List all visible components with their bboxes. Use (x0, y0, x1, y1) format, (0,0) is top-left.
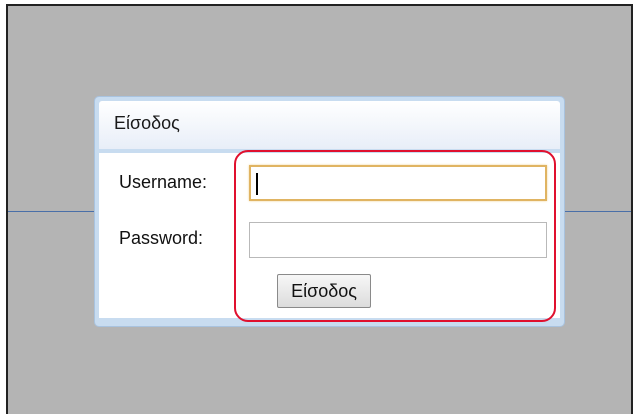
dialog-body: Username: Password: Είσοδος (99, 153, 560, 318)
username-label: Username: (119, 172, 208, 192)
password-input[interactable] (249, 222, 547, 258)
screen: Είσοδος Username: Password: Είσοδος (0, 0, 640, 416)
password-label: Password: (119, 228, 204, 248)
login-button[interactable]: Είσοδος (277, 274, 371, 308)
text-cursor (256, 173, 258, 195)
username-input[interactable] (249, 165, 547, 201)
login-dialog: Είσοδος Username: Password: Είσοδος (94, 96, 565, 327)
dialog-header: Είσοδος (99, 101, 560, 149)
dialog-title: Είσοδος (114, 113, 180, 133)
